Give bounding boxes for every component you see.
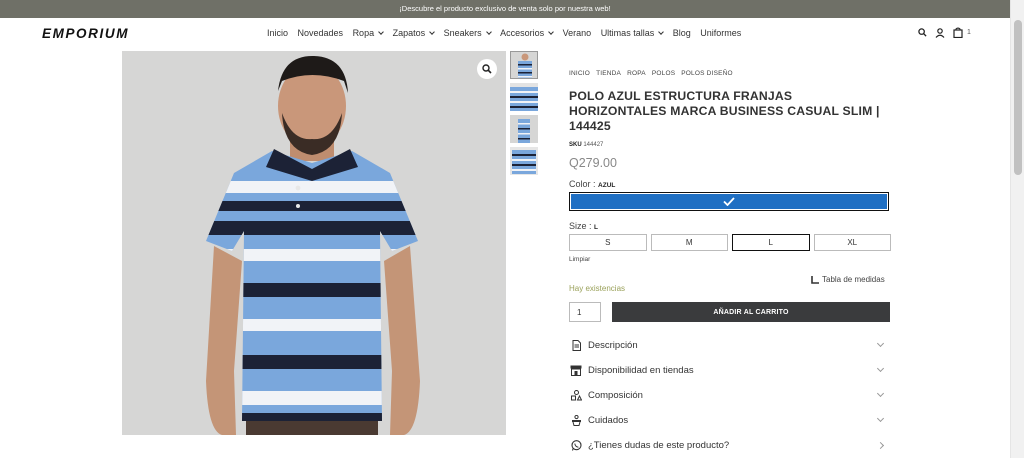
whatsapp-icon <box>569 439 583 451</box>
product-sku: SKU 144427 <box>569 142 891 148</box>
logo[interactable]: EMPORIUM <box>42 26 129 41</box>
size-label-text: Size <box>569 221 587 231</box>
announcement-bar: ¡Descubre el producto exclusivo de venta… <box>0 0 1010 18</box>
document-icon <box>569 339 583 351</box>
search-icon[interactable] <box>918 28 927 37</box>
chevron-down-icon <box>485 28 492 35</box>
size-option-l[interactable]: L <box>732 234 810 251</box>
product-title: POLO AZUL ESTRUCTURA FRANJAS HORIZONTALE… <box>569 89 880 133</box>
clear-link[interactable]: Limpiar <box>569 256 891 263</box>
thumbnail-3[interactable] <box>510 115 538 143</box>
store-icon <box>569 365 583 376</box>
color-swatch-fill <box>571 194 887 209</box>
chevron-down-icon <box>876 364 885 373</box>
size-chart-link[interactable]: Tabla de medidas <box>811 275 885 284</box>
nav-item-ultimas-tallas[interactable]: Ultimas tallas <box>600 28 665 38</box>
ruler-icon <box>811 275 819 284</box>
breadcrumb-item[interactable]: TIENDA <box>596 70 621 77</box>
scrollbar[interactable] <box>1010 0 1024 458</box>
thumbnail-2[interactable] <box>510 83 538 111</box>
nav-item-accesorios[interactable]: Accesorios <box>500 28 554 38</box>
account-icon[interactable] <box>935 27 945 38</box>
chevron-down-icon <box>429 28 435 35</box>
breadcrumb: INICIO TIENDA ROPA POLOS POLOS DISEÑO <box>569 70 891 77</box>
breadcrumb-item[interactable]: ROPA <box>627 70 646 77</box>
nav-item-uniformes[interactable]: Uniformes <box>700 28 741 38</box>
checkmark-icon <box>723 197 735 206</box>
size-option-xl[interactable]: XL <box>813 234 891 251</box>
shapes-icon <box>569 389 583 401</box>
nav-label: Zapatos <box>392 28 426 38</box>
size-label: Size : L <box>569 221 599 231</box>
nav-label: Ropa <box>352 28 375 38</box>
product-photo <box>122 51 506 435</box>
thumbnail-1[interactable] <box>510 51 538 79</box>
quantity-input[interactable]: 1 <box>569 302 601 322</box>
sku-value: 144427 <box>583 142 604 148</box>
nav-label: Verano <box>562 28 592 38</box>
nav-item-verano[interactable]: Verano <box>563 28 592 38</box>
product-main-image[interactable] <box>122 51 506 435</box>
accordion-composicion[interactable]: Composición <box>569 386 889 404</box>
product-price: Q279.00 <box>569 156 617 170</box>
accordion-dudas[interactable]: ¿Tienes dudas de este producto? <box>569 436 889 454</box>
chevron-down-icon <box>876 414 885 423</box>
thumbnail-4[interactable] <box>510 147 538 175</box>
scrollbar-thumb[interactable] <box>1014 20 1022 175</box>
nav-item-ropa[interactable]: Ropa <box>353 28 384 38</box>
accordion-descripcion[interactable]: Descripción <box>569 336 889 354</box>
size-chart-label: Tabla de medidas <box>822 275 885 284</box>
nav-label: Uniformes <box>700 28 742 38</box>
accordion-label: Cuidados <box>588 414 629 426</box>
color-label: Color : AZUL <box>569 179 616 189</box>
nav-item-sneakers[interactable]: Sneakers <box>443 28 492 38</box>
nav-label: Blog <box>672 28 691 38</box>
breadcrumb-item[interactable]: POLOS DISEÑO <box>681 70 733 77</box>
nav-label: Accesorios <box>500 28 545 38</box>
add-to-cart-button[interactable]: AÑADIR AL CARRITO <box>612 302 890 322</box>
accordion-disponibilidad[interactable]: Disponibilidad en tiendas <box>569 361 889 379</box>
nav-item-blog[interactable]: Blog <box>673 28 691 38</box>
stock-status: Hay existencias <box>569 284 626 293</box>
nav-item-novedades[interactable]: Novedades <box>298 28 344 38</box>
nav-label: Inicio <box>267 28 289 38</box>
size-options: S M L XL <box>569 234 891 251</box>
accordion-label: Disponibilidad en tiendas <box>588 364 694 376</box>
cart-count: 1 <box>967 29 971 36</box>
chevron-down-icon <box>876 339 885 348</box>
cart-icon[interactable] <box>953 27 963 38</box>
accordion-label: Descripción <box>588 339 638 351</box>
accordion-label: ¿Tienes dudas de este producto? <box>588 439 730 451</box>
sku-label: SKU <box>569 142 582 148</box>
nav-label: Sneakers <box>443 28 482 38</box>
product-info: INICIO TIENDA ROPA POLOS POLOS DISEÑO PO… <box>569 70 891 451</box>
size-value: L <box>594 224 599 231</box>
chevron-down-icon <box>548 28 554 35</box>
accordion-cuidados[interactable]: Cuidados <box>569 411 889 429</box>
accordion-label: Composición <box>588 389 643 401</box>
color-value: AZUL <box>598 182 616 189</box>
size-option-s[interactable]: S <box>569 234 647 251</box>
header-icons: 1 <box>918 27 971 38</box>
nav-label: Novedades <box>297 28 344 38</box>
nav-item-zapatos[interactable]: Zapatos <box>393 28 435 38</box>
breadcrumb-item[interactable]: POLOS <box>652 70 675 77</box>
thumbnail-list <box>510 51 538 179</box>
size-option-m[interactable]: M <box>650 234 728 251</box>
main-nav: Inicio Novedades Ropa Zapatos Sneakers A… <box>267 28 751 38</box>
chevron-right-icon <box>876 441 885 450</box>
nav-item-inicio[interactable]: Inicio <box>267 28 288 38</box>
magnifier-icon <box>482 64 492 74</box>
chevron-down-icon <box>876 389 885 398</box>
chevron-down-icon <box>378 28 384 35</box>
color-swatch-azul[interactable] <box>569 192 889 211</box>
nav-label: Ultimas tallas <box>600 28 655 38</box>
breadcrumb-item[interactable]: INICIO <box>569 70 590 77</box>
zoom-button[interactable] <box>477 59 497 79</box>
color-label-text: Color <box>569 179 591 189</box>
washing-icon <box>569 414 583 426</box>
chevron-down-icon <box>658 28 665 35</box>
site-header: EMPORIUM Inicio Novedades Ropa Zapatos S… <box>0 18 1010 50</box>
